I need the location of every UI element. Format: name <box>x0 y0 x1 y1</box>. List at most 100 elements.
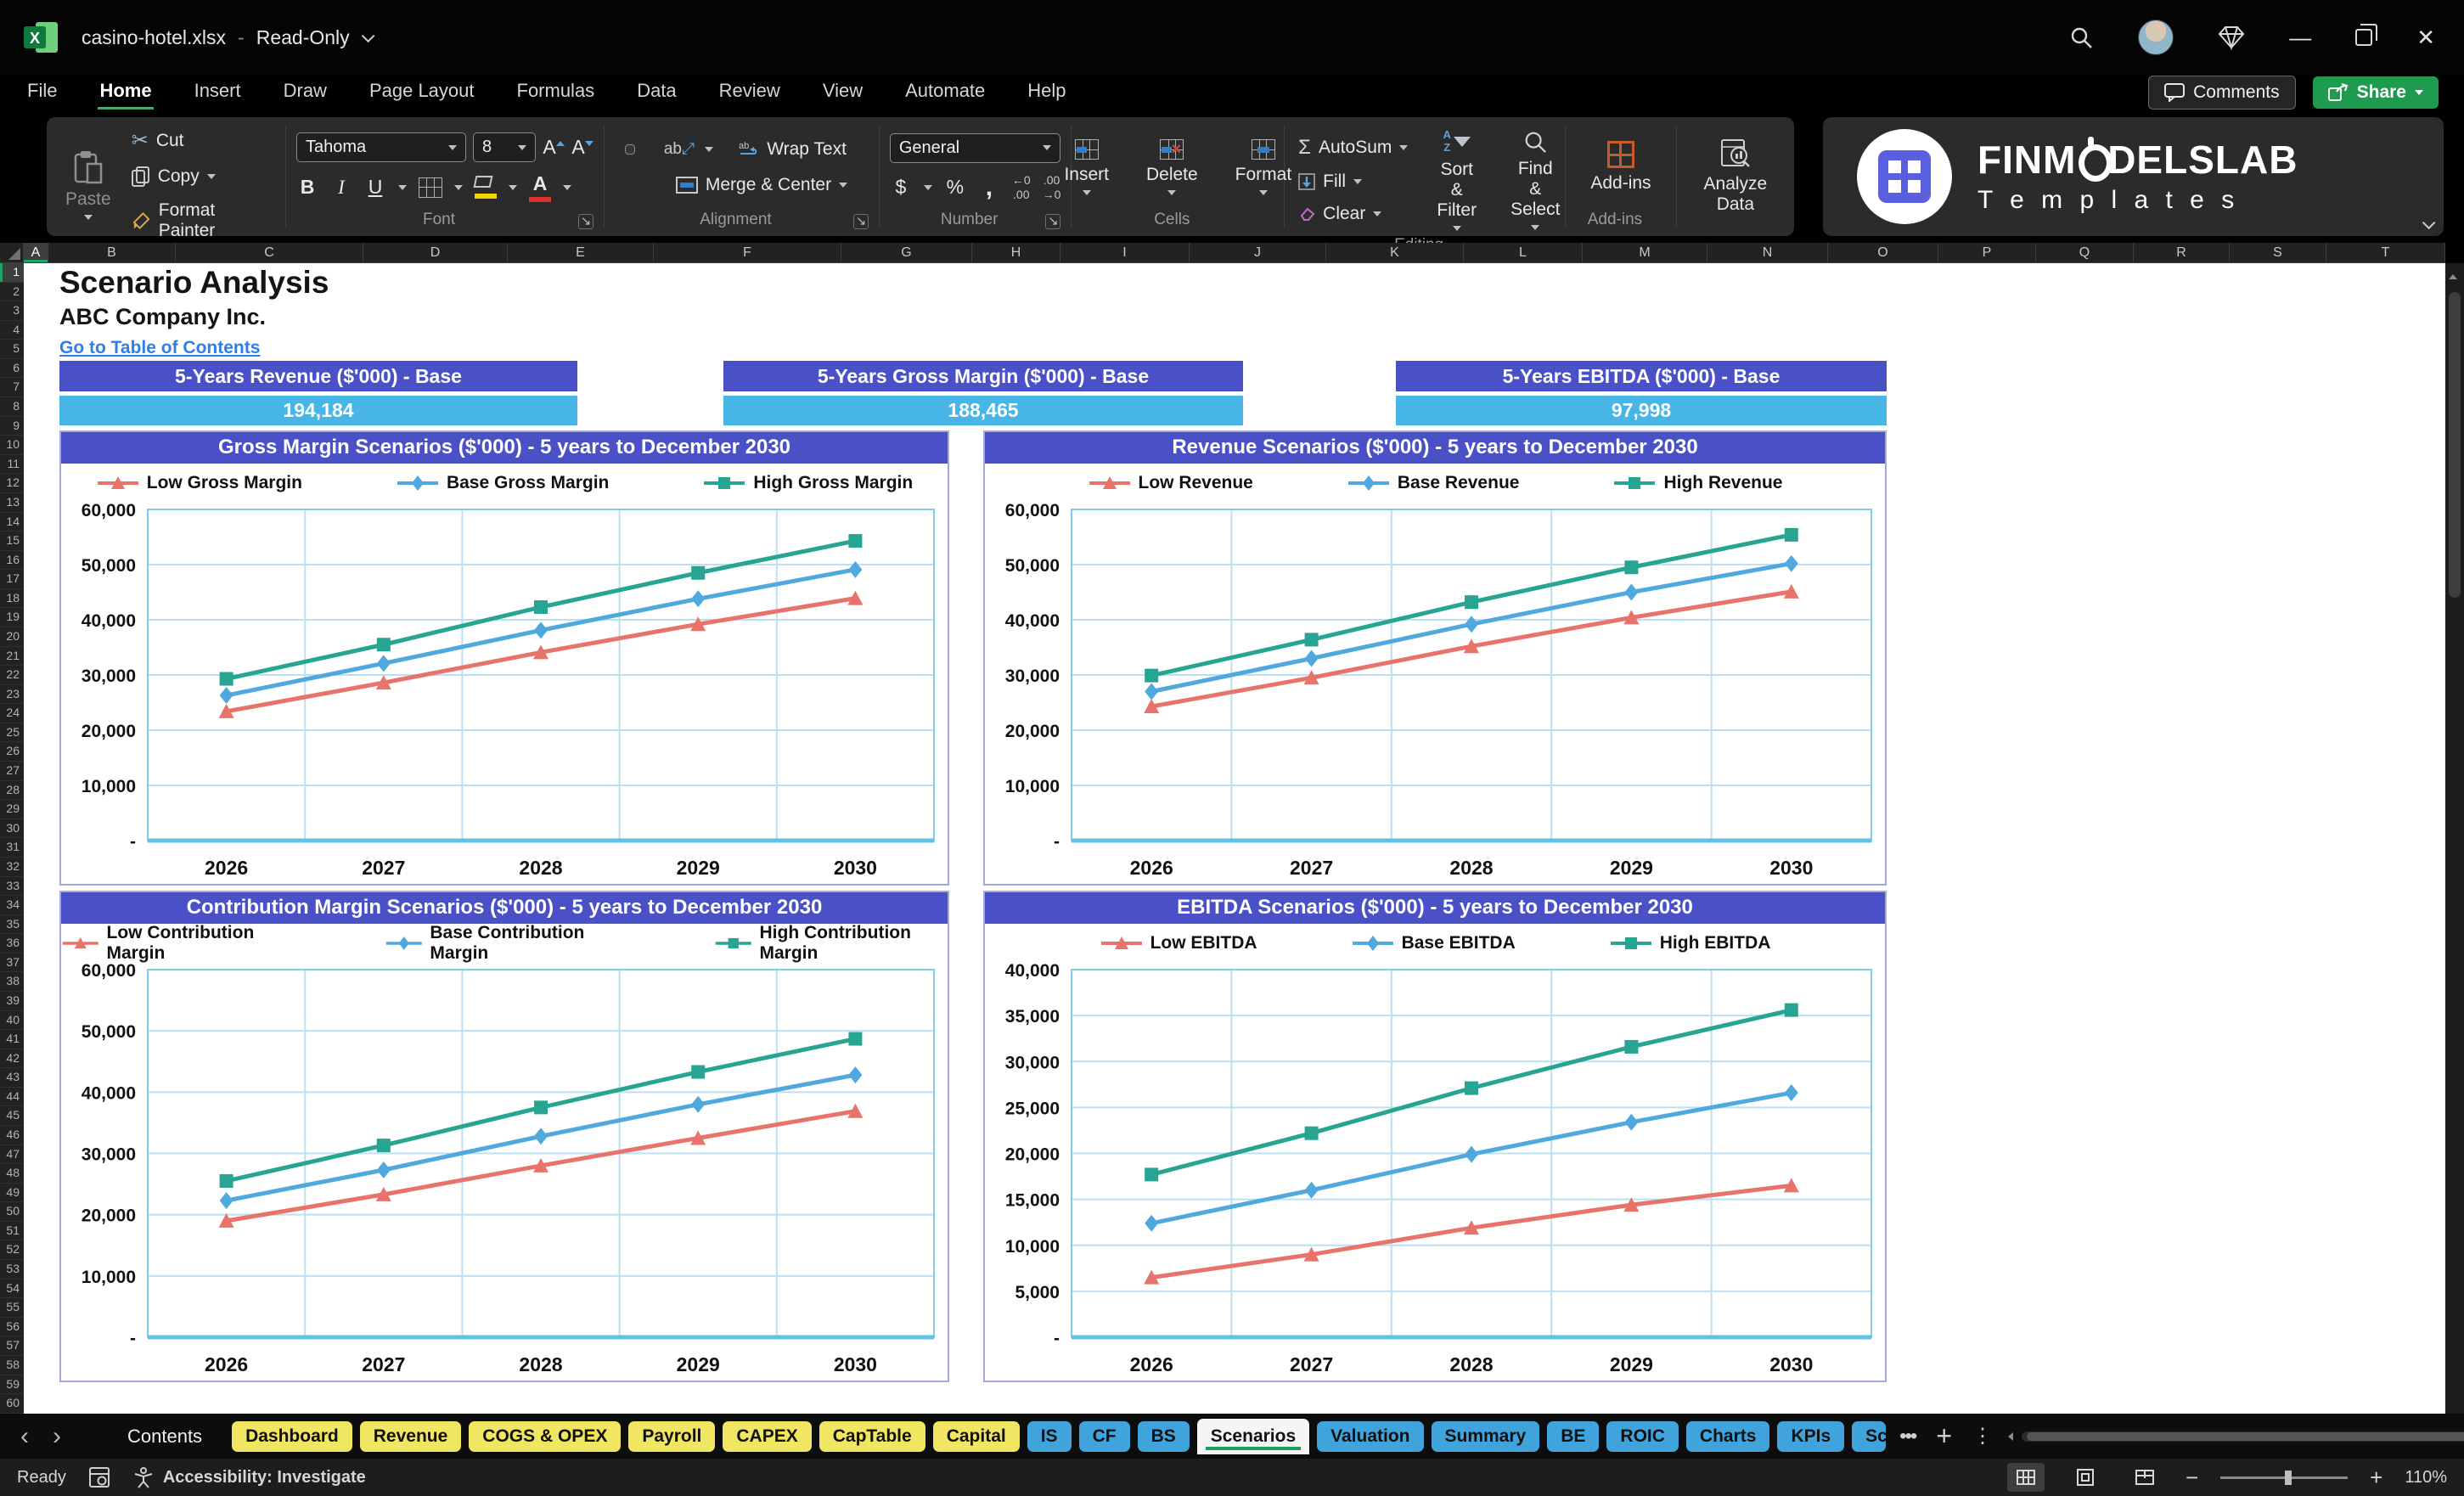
row-header-25[interactable]: 25 <box>0 723 24 743</box>
row-header-11[interactable]: 11 <box>0 455 24 475</box>
column-header-Q[interactable]: Q <box>2036 243 2134 262</box>
number-dialog-launcher[interactable]: ↘ <box>1045 214 1061 229</box>
grow-font-button[interactable]: A <box>543 136 565 159</box>
row-header-58[interactable]: 58 <box>0 1356 24 1375</box>
row-header-20[interactable]: 20 <box>0 627 24 647</box>
vertical-scrollbar[interactable] <box>2445 263 2464 1414</box>
row-header-56[interactable]: 56 <box>0 1318 24 1337</box>
row-header-17[interactable]: 17 <box>0 570 24 589</box>
row-header-41[interactable]: 41 <box>0 1030 24 1049</box>
row-header-3[interactable]: 3 <box>0 301 24 321</box>
row-header-59[interactable]: 59 <box>0 1375 24 1395</box>
analyze-data-button[interactable]: Analyze Data <box>1696 135 1776 218</box>
row-header-2[interactable]: 2 <box>0 283 24 302</box>
sheet-tab-capital[interactable]: Capital <box>932 1420 1020 1452</box>
row-header-60[interactable]: 60 <box>0 1394 24 1414</box>
menu-data[interactable]: Data <box>635 76 678 110</box>
align-middle-button[interactable] <box>624 144 635 155</box>
font-family-select[interactable]: Tahoma <box>296 132 466 162</box>
column-header-F[interactable]: F <box>654 243 841 262</box>
row-header-4[interactable]: 4 <box>0 321 24 340</box>
insert-cells-button[interactable]: Insert <box>1055 136 1117 199</box>
row-header-40[interactable]: 40 <box>0 1011 24 1031</box>
select-all-corner[interactable] <box>0 243 24 262</box>
fill-color-dropdown-icon[interactable] <box>509 184 517 190</box>
row-header-38[interactable]: 38 <box>0 972 24 992</box>
number-format-select[interactable]: General <box>889 132 1061 163</box>
row-header-6[interactable]: 6 <box>0 359 24 379</box>
row-header-55[interactable]: 55 <box>0 1298 24 1318</box>
comma-style-button[interactable]: , <box>978 173 1000 202</box>
column-header-S[interactable]: S <box>2230 243 2326 262</box>
percent-button[interactable]: % <box>944 176 966 199</box>
zoom-slider[interactable] <box>2220 1470 2349 1485</box>
chart-panel[interactable]: Contribution Margin Scenarios ($'000) - … <box>59 891 949 1382</box>
accessibility-status[interactable]: Accessibility: Investigate <box>132 1466 366 1488</box>
column-header-L[interactable]: L <box>1464 243 1583 262</box>
menu-home[interactable]: Home <box>98 76 154 110</box>
sheet-tab-revenue[interactable]: Revenue <box>359 1420 462 1452</box>
new-sheet-button[interactable]: + <box>1929 1420 1959 1452</box>
minimize-button[interactable]: — <box>2289 26 2311 48</box>
row-header-33[interactable]: 33 <box>0 877 24 897</box>
row-header-50[interactable]: 50 <box>0 1202 24 1222</box>
row-header-22[interactable]: 22 <box>0 666 24 685</box>
find-select-button[interactable]: Find & Select <box>1502 127 1568 233</box>
row-header-42[interactable]: 42 <box>0 1049 24 1069</box>
next-sheet-arrow[interactable]: › <box>44 1423 70 1449</box>
sheet-tab-contents[interactable]: Contents <box>127 1426 202 1448</box>
page-layout-view-button[interactable] <box>2067 1463 2104 1492</box>
row-header-34[interactable]: 34 <box>0 896 24 915</box>
chevron-down-icon[interactable] <box>361 29 375 42</box>
chart-panel[interactable]: Gross Margin Scenarios ($'000) - 5 years… <box>59 430 949 886</box>
row-header-24[interactable]: 24 <box>0 704 24 723</box>
menu-insert[interactable]: Insert <box>193 76 243 110</box>
row-header-10[interactable]: 10 <box>0 436 24 455</box>
row-header-36[interactable]: 36 <box>0 934 24 953</box>
delete-cells-button[interactable]: × Delete <box>1138 136 1207 199</box>
format-painter-button[interactable]: Format Painter <box>128 198 275 244</box>
addins-button[interactable]: Add-ins <box>1582 138 1659 197</box>
row-header-48[interactable]: 48 <box>0 1164 24 1184</box>
row-header-18[interactable]: 18 <box>0 589 24 609</box>
fill-button[interactable]: Fill <box>1295 169 1411 194</box>
horizontal-scroll-thumb[interactable] <box>2027 1431 2464 1441</box>
menu-formulas[interactable]: Formulas <box>515 76 597 110</box>
close-button[interactable]: ✕ <box>2416 26 2435 48</box>
row-header-57[interactable]: 57 <box>0 1336 24 1356</box>
row-header-5[interactable]: 5 <box>0 340 24 359</box>
menu-view[interactable]: View <box>821 76 864 110</box>
column-header-N[interactable]: N <box>1707 243 1828 262</box>
orientation-button[interactable]: ab⤢ <box>664 140 695 159</box>
row-header-9[interactable]: 9 <box>0 417 24 436</box>
menu-file[interactable]: File <box>25 76 59 110</box>
sheet-tab-roic[interactable]: ROIC <box>1606 1420 1679 1452</box>
row-header-53[interactable]: 53 <box>0 1260 24 1279</box>
document-title[interactable]: casino-hotel.xlsx - Read-Only <box>82 26 375 49</box>
row-header-14[interactable]: 14 <box>0 513 24 532</box>
bold-button[interactable]: B <box>296 176 318 199</box>
worksheet-canvas[interactable]: Scenario Analysis ABC Company Inc. Go to… <box>24 263 2445 1414</box>
more-sheets-button[interactable]: ••• <box>1893 1425 1922 1448</box>
clear-button[interactable]: Clear <box>1295 201 1411 227</box>
row-header-8[interactable]: 8 <box>0 397 24 417</box>
column-header-J[interactable]: J <box>1190 243 1326 262</box>
font-size-select[interactable]: 8 <box>473 132 536 162</box>
copy-button[interactable]: Copy <box>128 164 275 189</box>
underline-button[interactable]: U <box>364 176 386 199</box>
sheet-tab-valuation[interactable]: Valuation <box>1317 1420 1424 1452</box>
prev-sheet-arrow[interactable]: ‹ <box>12 1423 37 1449</box>
autosum-button[interactable]: Σ AutoSum <box>1295 133 1411 162</box>
column-header-G[interactable]: G <box>841 243 972 262</box>
comments-button[interactable]: Comments <box>2148 76 2296 110</box>
borders-button[interactable] <box>419 177 442 198</box>
row-header-49[interactable]: 49 <box>0 1184 24 1203</box>
row-header-29[interactable]: 29 <box>0 800 24 819</box>
sheet-tab-sc[interactable]: Sc <box>1852 1420 1887 1452</box>
column-header-O[interactable]: O <box>1828 243 1938 262</box>
zoom-out-button[interactable]: − <box>2186 1466 2198 1488</box>
sheet-tab-capex[interactable]: CAPEX <box>723 1420 812 1452</box>
row-header-46[interactable]: 46 <box>0 1126 24 1145</box>
gem-icon[interactable] <box>2218 25 2245 50</box>
sheet-options-button[interactable]: ⋮ <box>1966 1424 2000 1448</box>
